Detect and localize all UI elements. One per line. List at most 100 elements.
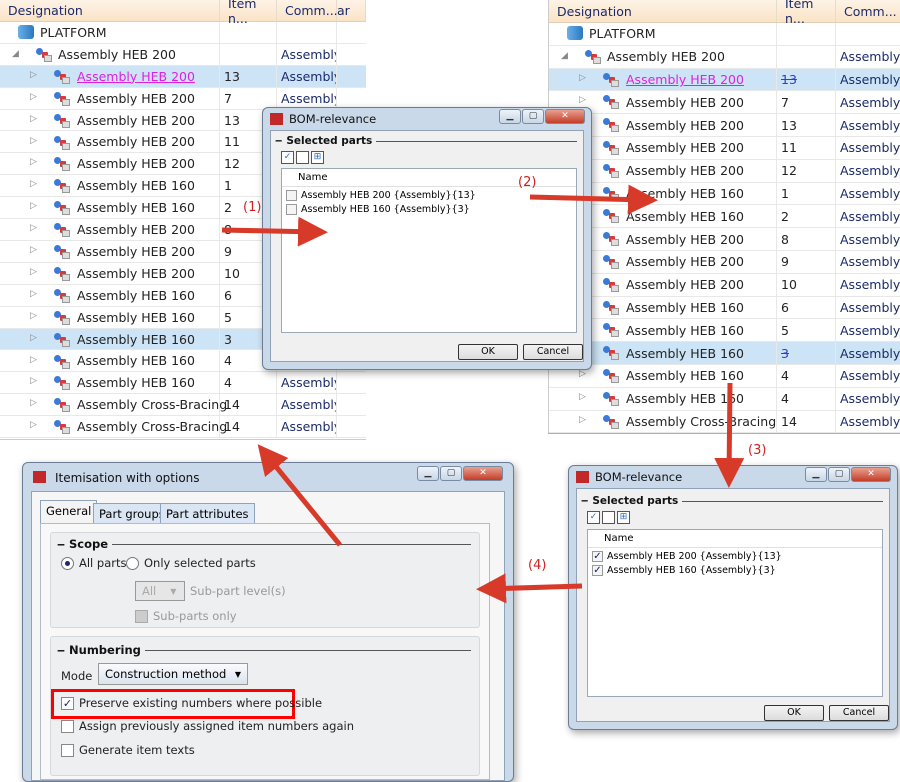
tree-row[interactable]: ▷ Assembly Cross-Bracing 14 Assembly bbox=[549, 410, 900, 434]
tree-row[interactable]: ▷Assembly HEB 1604Assembly bbox=[0, 372, 366, 395]
comment-cell: Assembly bbox=[836, 251, 900, 273]
row-label: Assembly HEB 200 bbox=[77, 265, 195, 281]
list-item[interactable]: ✓ Assembly HEB 200 {Assembly}{13} bbox=[592, 551, 782, 562]
col-name: Name bbox=[588, 530, 882, 548]
close-button[interactable]: ✕ bbox=[851, 467, 891, 482]
ok-button[interactable]: OK bbox=[764, 705, 824, 721]
tree-row[interactable]: ▷Assembly HEB 20012Assembly bbox=[549, 159, 900, 183]
tree-row[interactable]: ▷Assembly HEB 2008Assembly bbox=[549, 228, 900, 251]
minimize-button[interactable]: ▁ bbox=[417, 466, 439, 481]
ok-button[interactable]: OK bbox=[458, 344, 518, 360]
bom-relevance-dialog-after: BOM-relevance ▁ ▢ ✕ ‒ Selected parts ✓ ⊞ Nam… bbox=[568, 465, 898, 730]
col-item-number[interactable]: Item n... bbox=[777, 0, 836, 26]
tree-row[interactable]: ▷Assembly HEB 2009Assembly bbox=[549, 251, 900, 274]
tree-row[interactable]: ▷Assembly HEB 20013Assembly bbox=[549, 68, 900, 92]
cancel-button[interactable]: Cancel bbox=[523, 344, 583, 360]
maximize-button[interactable]: ▢ bbox=[522, 109, 544, 124]
maximize-button[interactable]: ▢ bbox=[440, 466, 462, 481]
tree-row[interactable]: ▷Assembly HEB 1604Assembly bbox=[549, 387, 900, 411]
tree-row[interactable]: ▷Assembly HEB 20011Assembly bbox=[549, 137, 900, 160]
tree-row-root[interactable]: ◢ Assembly HEB 200 Assembly bbox=[0, 43, 366, 66]
checkbox-checked[interactable]: ✓ bbox=[61, 696, 74, 710]
tree-row[interactable]: ▷Assembly HEB 20013Assembly bbox=[549, 114, 900, 137]
comment-cell: Assembly bbox=[277, 43, 337, 65]
sub-part-level-select[interactable]: All ▼ bbox=[135, 581, 185, 601]
only-selected-radio[interactable]: Only selected parts bbox=[126, 556, 256, 570]
step-label-3: (3) bbox=[748, 443, 767, 458]
tree-row[interactable]: ▷Assembly HEB 1606Assembly bbox=[549, 296, 900, 320]
tree-row-platform[interactable]: PLATFORM bbox=[0, 22, 366, 44]
row-label: Assembly HEB 200 bbox=[626, 71, 744, 87]
invert-selection-icon[interactable]: ⊞ bbox=[311, 151, 324, 164]
close-button[interactable]: ✕ bbox=[545, 109, 585, 124]
comment-cell: Assembly bbox=[836, 228, 900, 250]
tree-row[interactable]: ▷Assembly HEB 1605Assembly bbox=[549, 319, 900, 343]
radio-unselected[interactable] bbox=[126, 556, 139, 570]
comment-cell: Assembly bbox=[836, 183, 900, 205]
maximize-button[interactable]: ▢ bbox=[828, 467, 850, 482]
minimize-button[interactable]: ▁ bbox=[805, 467, 827, 482]
uncheck-all-icon[interactable] bbox=[296, 151, 309, 164]
tree-row[interactable]: ▷Assembly HEB 1603Assembly bbox=[549, 342, 900, 365]
item-number: 14 bbox=[781, 413, 797, 429]
col-item-number[interactable]: Item n... bbox=[220, 0, 277, 26]
invert-selection-icon[interactable]: ⊞ bbox=[617, 511, 630, 524]
mode-select[interactable]: Construction method ▼ bbox=[98, 663, 248, 685]
item-number: 6 bbox=[781, 299, 789, 315]
checkbox[interactable] bbox=[286, 190, 297, 201]
row-label: Assembly HEB 200 bbox=[77, 68, 195, 84]
tree-row[interactable]: ▷Assembly HEB 20013Assembly bbox=[0, 65, 366, 88]
minimize-button[interactable]: ▁ bbox=[499, 109, 521, 124]
numbering-label: Numbering bbox=[69, 643, 141, 657]
cancel-button[interactable]: Cancel bbox=[829, 705, 889, 721]
selected-parts-group: ‒ Selected parts bbox=[275, 135, 577, 147]
list-item[interactable]: Assembly HEB 200 {Assembly}{13} bbox=[286, 190, 476, 201]
tree-row[interactable]: ▷Assembly HEB 1604Assembly bbox=[549, 365, 900, 388]
tree-row[interactable]: ▷ Assembly Cross-Bracing 14 Assembly bbox=[0, 394, 366, 417]
checkbox[interactable] bbox=[61, 719, 74, 733]
list-item[interactable]: Assembly HEB 160 {Assembly}{3} bbox=[286, 204, 470, 215]
checkbox[interactable] bbox=[286, 204, 297, 215]
row-label: Assembly HEB 200 bbox=[626, 117, 744, 133]
checkbox[interactable] bbox=[61, 743, 74, 757]
tab-general[interactable]: General bbox=[40, 500, 98, 523]
col-designation[interactable]: Designation bbox=[549, 0, 777, 22]
tree-row[interactable]: ▷Assembly HEB 1601Assembly bbox=[549, 182, 900, 206]
col-extra[interactable]: ar bbox=[337, 0, 366, 21]
list-item[interactable]: ✓ Assembly HEB 160 {Assembly}{3} bbox=[592, 565, 776, 576]
generate-texts-checkbox[interactable]: Generate item texts bbox=[61, 743, 195, 757]
item-label: Assembly HEB 200 {Assembly}{13} bbox=[607, 551, 782, 562]
close-button[interactable]: ✕ bbox=[463, 466, 503, 481]
row-label: Assembly HEB 200 bbox=[626, 94, 744, 110]
col-comment[interactable]: Comm... bbox=[277, 0, 338, 21]
row-label: Assembly HEB 200 bbox=[626, 163, 744, 179]
checkbox-checked[interactable]: ✓ bbox=[592, 565, 603, 576]
col-designation[interactable]: Designation bbox=[0, 0, 220, 21]
group-label: Selected parts bbox=[592, 495, 679, 507]
step-label-4: (4) bbox=[528, 558, 547, 573]
tree-row-platform[interactable]: PLATFORM bbox=[549, 23, 900, 46]
preserve-numbers-checkbox[interactable]: ✓ Preserve existing numbers where possibl… bbox=[61, 696, 322, 710]
item-number: 13 bbox=[781, 71, 797, 87]
col-comment[interactable]: Comm... bbox=[836, 0, 900, 22]
checkbox-checked[interactable]: ✓ bbox=[592, 551, 603, 562]
comment-cell: Assembly bbox=[836, 160, 900, 182]
uncheck-all-icon[interactable] bbox=[602, 511, 615, 524]
assign-again-checkbox[interactable]: Assign previously assigned item numbers … bbox=[61, 719, 354, 733]
radio-selected[interactable] bbox=[61, 556, 74, 570]
tab-part-attributes[interactable]: Part attributes bbox=[160, 503, 255, 523]
tree-row[interactable]: ▷ Assembly Cross-Bracing 14 Assembly bbox=[0, 416, 366, 439]
row-label: Assembly HEB 200 bbox=[626, 140, 744, 156]
check-all-icon[interactable]: ✓ bbox=[587, 511, 600, 524]
checkbox-disabled[interactable] bbox=[135, 609, 148, 623]
item-number: 12 bbox=[781, 163, 797, 179]
sub-parts-only-checkbox[interactable]: Sub-parts only bbox=[135, 609, 237, 623]
all-parts-radio[interactable]: All parts bbox=[61, 556, 127, 570]
tree-row[interactable]: ▷Assembly HEB 20010Assembly bbox=[549, 273, 900, 297]
row-label: Assembly HEB 160 bbox=[626, 208, 744, 224]
tree-row-root[interactable]: ◢ Assembly HEB 200 Assembly bbox=[549, 45, 900, 69]
tree-row[interactable]: ▷ Assembly HEB 200 7 Assembly bbox=[549, 91, 900, 115]
tree-row[interactable]: ▷Assembly HEB 1602Assembly bbox=[549, 205, 900, 229]
row-label: Assembly HEB 200 bbox=[77, 112, 195, 128]
check-all-icon[interactable]: ✓ bbox=[281, 151, 294, 164]
